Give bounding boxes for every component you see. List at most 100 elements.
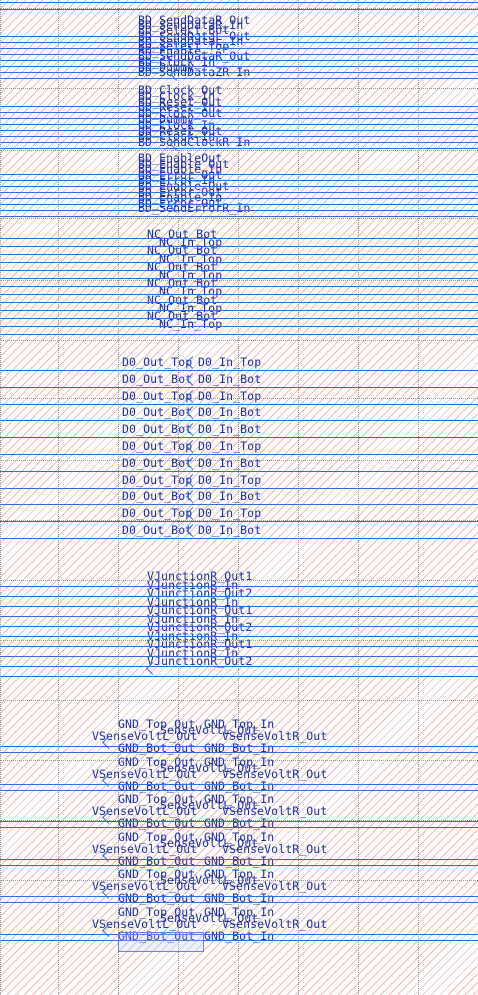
grid-h [0,340,478,341]
net-label-out: D0_Out_Top [122,439,193,453]
wire[interactable] [0,310,478,311]
net-label-out: D0_Out_Bot [122,523,193,537]
wire[interactable] [0,858,478,860]
wire[interactable] [0,318,478,319]
wire[interactable] [0,262,478,263]
sense-label: VSenseVoltR_Out [222,841,328,856]
wire[interactable] [0,180,478,181]
net-label-in: D0_In_Bot [198,455,262,470]
wire[interactable] [0,370,478,371]
grid-h [0,280,478,281]
net-label: NC_In_Top [159,317,223,332]
net-label-in: D0_In_Bot [198,489,262,504]
net-label-out: D0_Out_Bot [122,489,193,504]
wire[interactable] [0,136,478,137]
wire[interactable] [0,896,478,897]
schematic-canvas[interactable]: BD_SendDataR_Out BD_SendDataR_In BD_Select… [0,0,478,995]
wire[interactable] [0,210,478,211]
wire[interactable] [0,72,478,73]
grid-h [0,150,478,151]
net-label-in: D0_In_Top [198,506,262,521]
wire[interactable] [0,616,478,617]
wire[interactable] [0,148,478,149]
wire[interactable] [0,302,478,303]
wire[interactable] [0,746,478,747]
wire[interactable] [0,454,478,455]
wire[interactable] [0,586,478,587]
net-label-out: D0_Out_Top [122,388,193,403]
net-label-in: D0_In_Bot [198,405,262,420]
wire[interactable] [0,626,478,627]
net-label-out: D0_Out_Top [122,472,193,487]
wire[interactable] [0,246,478,247]
sense-label: VSenseVoltR_Out [222,766,328,781]
wire[interactable] [0,752,478,753]
wire[interactable] [0,118,478,119]
net-label-out: D0_Out_Bot [122,455,193,470]
wire[interactable] [0,112,478,113]
wire[interactable] [0,864,478,866]
net-label-in: D0_In_Bot [198,422,262,437]
wire[interactable] [0,656,478,657]
wire[interactable] [0,48,478,49]
wire[interactable] [0,827,478,828]
selection-box[interactable] [118,932,204,952]
wire[interactable] [0,386,478,388]
wire[interactable] [0,676,478,677]
net-label-out: D0_Out_Bot [122,371,193,386]
net-label-out: D0_Out_Top [122,355,193,369]
wire[interactable] [0,933,478,935]
wire[interactable] [0,192,478,193]
wire[interactable] [0,254,478,255]
wire[interactable] [0,666,478,667]
sense-label: VSenseVoltR_Out [222,916,328,931]
wire[interactable] [0,42,478,43]
wire[interactable] [0,270,478,271]
wire[interactable] [0,789,478,791]
wire[interactable] [0,66,478,67]
wire[interactable] [0,596,478,597]
wire[interactable] [0,286,478,287]
net-label-in: D0_In_Bot [198,371,262,386]
net-label-in: D0_In_Bot [198,523,262,537]
wire[interactable] [0,204,478,205]
net-label-in: D0_In_Top [198,388,262,403]
net-label-in: D0_In_Top [198,355,262,369]
wire[interactable] [0,142,478,143]
wire[interactable] [0,334,478,335]
net-label-out: D0_Out_Top [122,506,193,521]
wire[interactable] [0,470,478,472]
grid-h [0,218,478,219]
grid-h [0,88,478,89]
wire[interactable] [0,174,478,175]
wire[interactable] [0,326,478,327]
wire[interactable] [0,939,478,941]
frame-line [0,2,478,3]
wire[interactable] [0,106,478,107]
wire[interactable] [0,78,478,79]
net-label-in: D0_In_Top [198,472,262,487]
wire[interactable] [0,538,478,539]
net-label-out: D0_Out_Bot [122,405,193,420]
wire[interactable] [0,821,478,822]
wire[interactable] [0,54,478,55]
wire[interactable] [0,606,478,607]
frame-line [0,9,478,10]
wire[interactable] [0,636,478,637]
wire[interactable] [0,646,478,647]
wire[interactable] [0,216,478,217]
wire[interactable] [0,186,478,187]
wire[interactable] [0,198,478,199]
wire[interactable] [0,902,478,903]
wire[interactable] [0,783,478,785]
net-label-in: D0_In_Top [198,439,262,453]
wire[interactable] [0,130,478,131]
wire[interactable] [0,124,478,125]
net-label-out: D0_Out_Bot [122,422,193,437]
wire[interactable] [0,60,478,61]
wire[interactable] [0,278,478,279]
wire[interactable] [0,238,478,239]
wire[interactable] [0,294,478,295]
grid-h [0,700,478,701]
wire[interactable] [0,36,478,37]
